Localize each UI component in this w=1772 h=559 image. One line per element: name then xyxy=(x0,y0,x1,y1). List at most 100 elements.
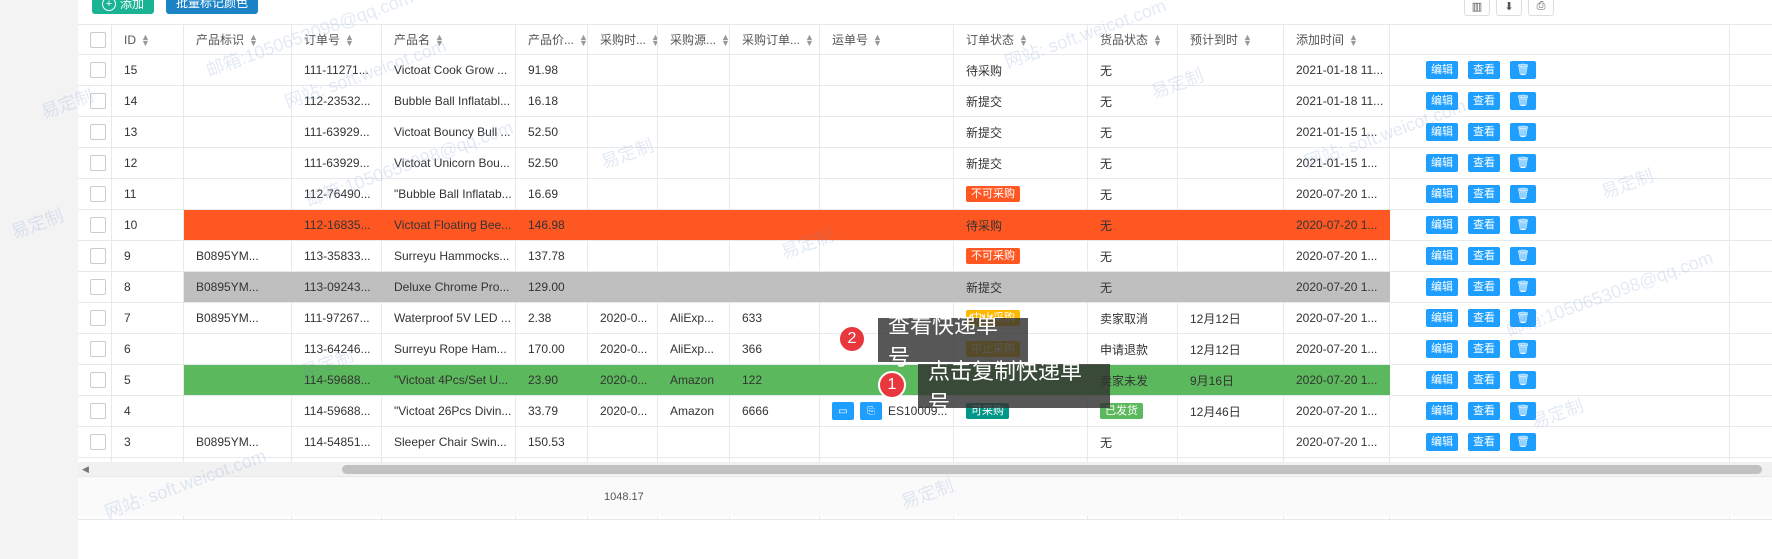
trash-icon[interactable]: 🗑 xyxy=(1510,92,1536,110)
add-button[interactable]: + 添加 xyxy=(92,0,155,14)
view-button[interactable]: 查看 xyxy=(1468,309,1500,327)
row-checkbox[interactable] xyxy=(90,124,106,140)
trash-icon[interactable]: 🗑 xyxy=(1510,371,1536,389)
view-button[interactable]: 查看 xyxy=(1468,433,1500,451)
row-checkbox[interactable] xyxy=(90,93,106,109)
scroll-left-icon[interactable]: ◀ xyxy=(82,464,89,475)
trash-icon[interactable]: 🗑 xyxy=(1510,216,1536,234)
row-checkbox[interactable] xyxy=(90,186,106,202)
trash-icon[interactable]: 🗑 xyxy=(1510,278,1536,296)
edit-button[interactable]: 编辑 xyxy=(1426,309,1458,327)
view-button[interactable]: 查看 xyxy=(1468,123,1500,141)
row-checkbox[interactable] xyxy=(90,372,106,388)
header-product-name[interactable]: 产品名 ▲ ▼ xyxy=(382,25,516,54)
view-button[interactable]: 查看 xyxy=(1468,92,1500,110)
header-purchase-order[interactable]: 采购订单... ▲ ▼ xyxy=(730,25,820,54)
trash-icon[interactable]: 🗑 xyxy=(1510,433,1536,451)
header-id[interactable]: ID ▲ ▼ xyxy=(112,25,184,54)
row-checkbox[interactable] xyxy=(90,248,106,264)
cell-goods-status: 无 xyxy=(1100,218,1113,233)
horizontal-scrollbar[interactable]: ◀ xyxy=(78,462,1772,476)
row-checkbox[interactable] xyxy=(90,434,106,450)
table-row[interactable]: 14 112-23532... Bubble Ball Inflatabl... 16… xyxy=(78,86,1772,117)
header-eta[interactable]: 预计到时 ▲ ▼ xyxy=(1178,25,1284,54)
trash-icon[interactable]: 🗑 xyxy=(1510,185,1536,203)
edit-button[interactable]: 编辑 xyxy=(1426,61,1458,79)
row-checkbox[interactable] xyxy=(90,155,106,171)
view-button[interactable]: 查看 xyxy=(1468,216,1500,234)
table-row[interactable]: 8 B0895YM... 113-09243... Deluxe Chrome Pro… xyxy=(78,272,1772,303)
edit-button[interactable]: 编辑 xyxy=(1426,123,1458,141)
sort-icon[interactable]: ▲▼ xyxy=(1153,32,1162,47)
edit-button[interactable]: 编辑 xyxy=(1426,216,1458,234)
edit-button[interactable]: 编辑 xyxy=(1426,247,1458,265)
header-product-flag[interactable]: 产品标识 ▲ ▼ xyxy=(184,25,292,54)
edit-button[interactable]: 编辑 xyxy=(1426,278,1458,296)
trash-icon[interactable]: 🗑 xyxy=(1510,154,1536,172)
view-button[interactable]: 查看 xyxy=(1468,371,1500,389)
row-checkbox[interactable] xyxy=(90,279,106,295)
trash-icon[interactable]: 🗑 xyxy=(1510,402,1536,420)
edit-button[interactable]: 编辑 xyxy=(1426,92,1458,110)
header-purchase-time[interactable]: 采购时...▲▼ xyxy=(588,25,658,54)
batch-color-button[interactable]: 批量标记颜色 xyxy=(166,0,259,14)
export-icon[interactable]: ⬇ xyxy=(1496,0,1522,16)
row-checkbox[interactable] xyxy=(90,310,106,326)
header-purchase-source[interactable]: 采购源... ▲ ▼ xyxy=(658,25,730,54)
header-waybill[interactable]: 运单号 ▲ ▼ xyxy=(820,25,954,54)
row-checkbox[interactable] xyxy=(90,62,106,78)
view-button[interactable]: 查看 xyxy=(1468,154,1500,172)
view-waybill-icon[interactable]: ▭ xyxy=(832,402,854,420)
trash-icon[interactable]: 🗑 xyxy=(1510,123,1536,141)
view-button[interactable]: 查看 xyxy=(1468,61,1500,79)
copy-waybill-icon[interactable]: ⎘ xyxy=(860,402,882,420)
sort-icon[interactable]: ▲▼ xyxy=(721,32,729,47)
sort-icon[interactable]: ▲▼ xyxy=(345,32,354,47)
table-row[interactable]: 9 B0895YM... 113-35833... Surreyu Hammocks.… xyxy=(78,241,1772,272)
edit-button[interactable]: 编辑 xyxy=(1426,371,1458,389)
select-all-checkbox[interactable] xyxy=(90,31,106,48)
print-icon[interactable]: ⎙ xyxy=(1528,0,1554,16)
header-added-time[interactable]: 添加时间 ▲ ▼ xyxy=(1284,25,1390,54)
table-row[interactable]: 15 111-11271... Victoat Cook Grow ... 91.98… xyxy=(78,55,1772,86)
row-checkbox[interactable] xyxy=(90,403,106,419)
edit-button[interactable]: 编辑 xyxy=(1426,340,1458,358)
trash-icon[interactable]: 🗑 xyxy=(1510,340,1536,358)
sort-icon[interactable]: ▲▼ xyxy=(1019,32,1028,47)
table-row[interactable]: 13 111-63929... Victoat Bouncy Bull ... 52.… xyxy=(78,117,1772,148)
view-button[interactable]: 查看 xyxy=(1468,185,1500,203)
edit-button[interactable]: 编辑 xyxy=(1426,154,1458,172)
trash-icon[interactable]: 🗑 xyxy=(1510,247,1536,265)
sort-icon[interactable]: ▲▼ xyxy=(651,32,657,47)
row-checkbox[interactable] xyxy=(90,217,106,233)
table-row[interactable]: 12 111-63929... Victoat Unicorn Bou... 52.5… xyxy=(78,148,1772,179)
sort-icon[interactable]: ▲▼ xyxy=(435,32,444,47)
scroll-thumb[interactable] xyxy=(342,465,1762,474)
sort-icon[interactable]: ▲▼ xyxy=(873,32,882,47)
sort-icon[interactable]: ▲▼ xyxy=(1349,32,1358,47)
table-row[interactable]: 10 112-16835... Victoat Floating Bee... 146… xyxy=(78,210,1772,241)
header-price[interactable]: 产品价... ▲ ▼ xyxy=(516,25,588,54)
sort-icon[interactable]: ▲▼ xyxy=(1243,32,1252,47)
view-button[interactable]: 查看 xyxy=(1468,402,1500,420)
trash-icon[interactable]: 🗑 xyxy=(1510,309,1536,327)
table-row[interactable]: 3 B0895YM... 114-54851... Sleeper Chair Swi… xyxy=(78,427,1772,458)
edit-button[interactable]: 编辑 xyxy=(1426,402,1458,420)
sort-icon[interactable]: ▲▼ xyxy=(579,32,587,47)
trash-icon[interactable]: 🗑 xyxy=(1510,61,1536,79)
header-order-status[interactable]: 订单状态 ▲ ▼ xyxy=(954,25,1088,54)
table-row[interactable]: 11 112-76490... "Bubble Ball Inflatab... 16… xyxy=(78,179,1772,210)
row-checkbox[interactable] xyxy=(90,341,106,357)
edit-button[interactable]: 编辑 xyxy=(1426,185,1458,203)
sort-icon[interactable]: ▲▼ xyxy=(805,32,814,47)
cell-goods-status: 无 xyxy=(1088,55,1178,85)
edit-button[interactable]: 编辑 xyxy=(1426,433,1458,451)
sort-icon[interactable]: ▲▼ xyxy=(249,32,258,47)
view-button[interactable]: 查看 xyxy=(1468,278,1500,296)
view-button[interactable]: 查看 xyxy=(1468,247,1500,265)
header-order-no[interactable]: 订单号 ▲ ▼ xyxy=(292,25,382,54)
columns-icon[interactable]: ▥ xyxy=(1464,0,1490,16)
sort-icon[interactable]: ▲▼ xyxy=(141,32,150,47)
view-button[interactable]: 查看 xyxy=(1468,340,1500,358)
header-goods-status[interactable]: 货品状态 ▲ ▼ xyxy=(1088,25,1178,54)
